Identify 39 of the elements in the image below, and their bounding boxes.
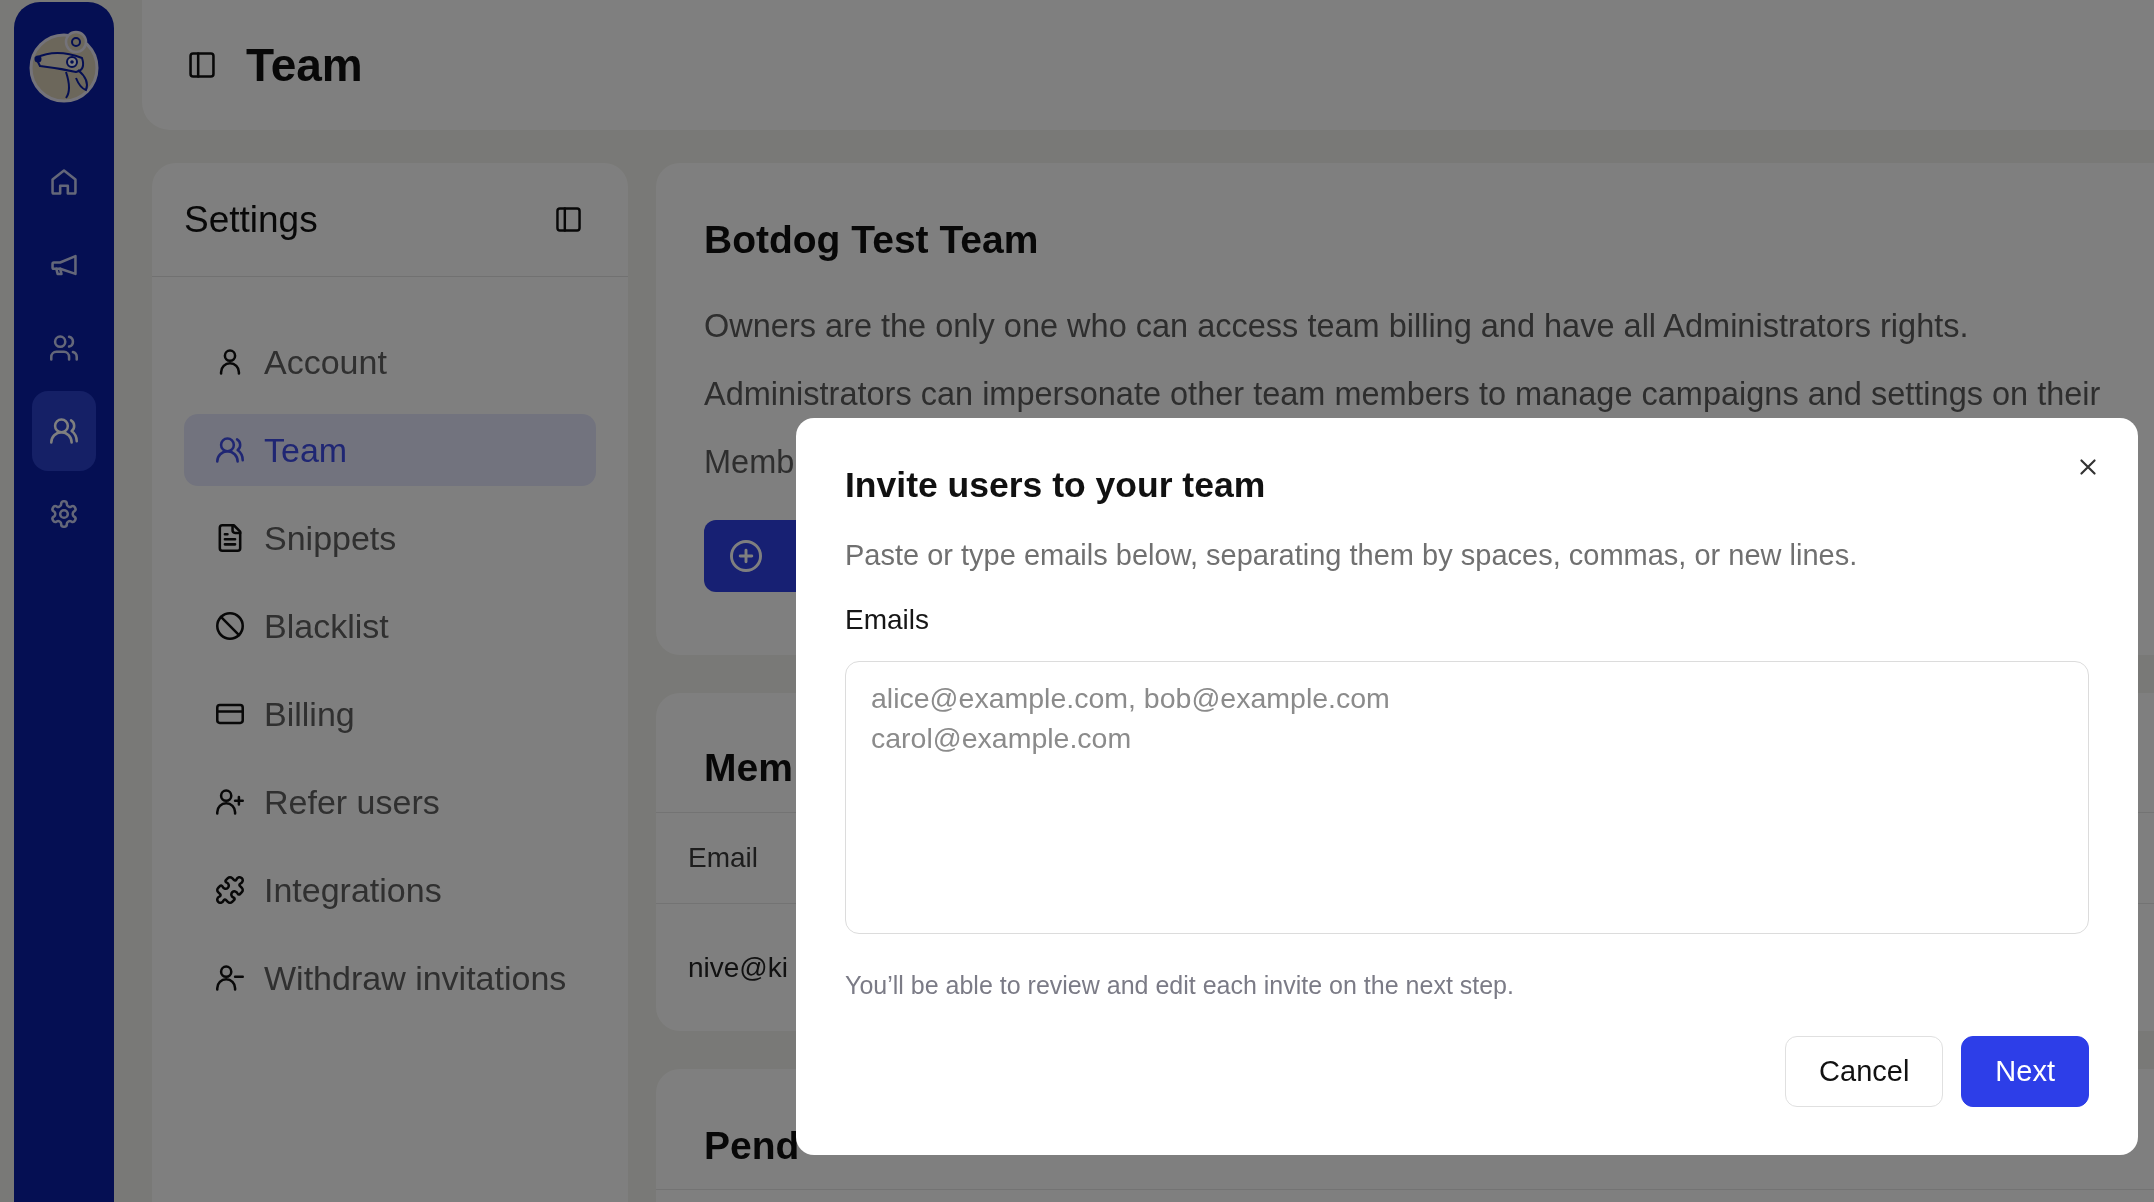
page-title: Team bbox=[246, 42, 363, 88]
users-icon bbox=[50, 417, 78, 445]
menu-item[interactable]: Withdraw invitations bbox=[184, 942, 596, 1014]
menu-item[interactable]: Account bbox=[184, 326, 596, 398]
menu-item[interactable]: Billing bbox=[184, 678, 596, 750]
cancel-button[interactable]: Cancel bbox=[1785, 1036, 1944, 1107]
user-plus-icon bbox=[216, 788, 244, 816]
column-header: Email bbox=[688, 842, 758, 874]
hint-text: You’ll be able to review and edit each invite on the next step. bbox=[845, 970, 1514, 1000]
field-label: Emails bbox=[845, 603, 929, 637]
team-name: Botdog Test Team bbox=[704, 218, 1039, 262]
plus-circle-icon bbox=[730, 540, 762, 572]
menu-item[interactable]: Blacklist bbox=[184, 590, 596, 662]
user-minus-icon bbox=[216, 964, 244, 992]
sidebar-toggle-icon bbox=[188, 51, 216, 79]
home-icon bbox=[50, 168, 78, 196]
menu-item[interactable]: Snippets bbox=[184, 502, 596, 574]
emails-field[interactable]: alice@example.com, bob@example.com carol@example.com bbox=[845, 661, 2089, 934]
document-icon bbox=[216, 524, 244, 552]
settings-icon bbox=[50, 500, 78, 528]
users-icon bbox=[50, 334, 78, 362]
menu-item[interactable]: Team bbox=[184, 414, 596, 486]
next-button[interactable]: Next bbox=[1961, 1036, 2089, 1107]
section-title: Pend bbox=[704, 1123, 800, 1169]
section-title: Mem bbox=[704, 745, 793, 791]
description-text: Administrators can impersonate other team members to manage campaigns and settings on their bbox=[704, 375, 2101, 414]
settings-title: Settings bbox=[184, 198, 318, 241]
menu-item[interactable]: Integrations bbox=[184, 854, 596, 926]
sidebar-toggle-icon bbox=[555, 206, 582, 233]
users-icon bbox=[216, 436, 244, 464]
description-text: Memb bbox=[704, 443, 795, 482]
description-text: Owners are the only one who can access team billing and have all Administrators rights. bbox=[704, 307, 1969, 346]
menu-item[interactable]: Refer users bbox=[184, 766, 596, 838]
table-cell: nive@ki bbox=[688, 951, 788, 984]
dialog-description: Paste or type emails below, separating them by spaces, commas, or new lines. bbox=[845, 538, 1858, 573]
ban-icon bbox=[216, 612, 244, 640]
puzzle-icon bbox=[216, 876, 244, 904]
nav-button[interactable] bbox=[32, 391, 96, 471]
dialog-title: Invite users to your team bbox=[845, 464, 1266, 507]
